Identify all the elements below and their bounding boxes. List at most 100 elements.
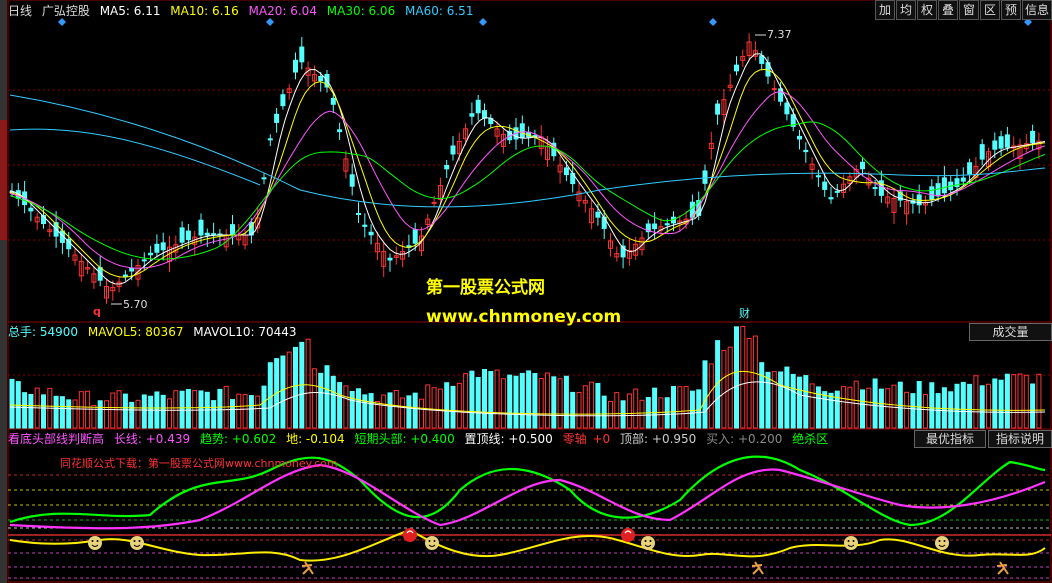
candle-body [431, 201, 437, 204]
volume-bar [431, 387, 437, 429]
volume-bar [979, 385, 985, 429]
event-diamond-icon [479, 18, 487, 26]
volume-bar [526, 370, 532, 429]
candle-body [179, 227, 185, 243]
toolbar-rights-button[interactable]: 权 [917, 0, 937, 20]
candle-body [702, 170, 708, 184]
volume-bar [66, 399, 72, 429]
volume-bar [185, 389, 191, 429]
volume-panel-button[interactable]: 成交量 [969, 323, 1052, 341]
candle-body [337, 129, 343, 133]
optimal-indicator-button[interactable]: 最优指标 [914, 430, 986, 448]
toolbar-window-button[interactable]: 窗 [959, 0, 979, 20]
volume-bar [500, 378, 506, 429]
volume-bar [456, 382, 462, 429]
smiley-eye [138, 540, 141, 542]
volume-bar [148, 395, 154, 429]
volume-bar [973, 375, 979, 429]
toolbar-add-button[interactable]: 加 [875, 0, 895, 20]
candle-body [274, 113, 280, 123]
volume-bar [507, 374, 513, 429]
toolbar-info-button[interactable]: 信息 [1022, 0, 1052, 20]
candle-body [299, 46, 305, 63]
candle-body [387, 257, 393, 261]
toolbar-forecast-button[interactable]: 预 [1001, 0, 1021, 20]
candle-body [815, 175, 821, 178]
chart-toolbar: 加 均 权 叠 窗 区 预 信息 [874, 0, 1052, 20]
volume-bar [400, 397, 406, 429]
volume-bar [1011, 374, 1017, 429]
volume-bar [557, 378, 563, 429]
ma10-label: MA10: 6.16 [170, 4, 239, 18]
candle-body [929, 186, 935, 200]
finance-marker[interactable]: 财 [739, 305, 750, 321]
toolbar-range-button[interactable]: 区 [980, 0, 1000, 20]
indicator-header: 看底头部线判断高 长线: +0.439 趋势: +0.602 地: -0.104… [8, 431, 834, 447]
toolbar-average-button[interactable]: 均 [896, 0, 916, 20]
volume-bar [727, 346, 733, 429]
indicator-help-button[interactable]: 指标说明 [988, 430, 1052, 448]
candle-body [834, 190, 840, 193]
volume-bar [910, 393, 916, 429]
candle-body [652, 223, 658, 230]
candle-body [482, 110, 487, 119]
volume-bar [337, 382, 343, 429]
volume-bar [986, 383, 991, 429]
volume-bar [381, 394, 387, 429]
volume-bar [778, 371, 784, 429]
volume-bar [1023, 374, 1029, 429]
volume-bar [255, 395, 261, 429]
indicator-top-line: 置顶线: +0.500 [464, 432, 553, 446]
volume-bar [734, 326, 739, 429]
candle-body [967, 162, 973, 175]
ma60-line-left [9, 128, 261, 186]
smiley-icon [425, 536, 439, 550]
volume-bar [22, 392, 28, 429]
period-label: 日线 [8, 4, 33, 18]
volume-bar [551, 376, 557, 429]
smiley-eye [644, 540, 647, 542]
volume-bar [834, 390, 840, 429]
smiley-icon [844, 536, 858, 550]
volume-bar [626, 393, 632, 429]
volume-bar [771, 371, 777, 429]
ma5-label: MA5: 6.11 [99, 4, 161, 18]
toolbar-overlay-button[interactable]: 叠 [938, 0, 958, 20]
candle-body [860, 161, 865, 170]
volume-bar [242, 394, 248, 429]
volume-bar [28, 393, 34, 429]
volume-bar [167, 398, 172, 429]
candle-body [1030, 130, 1036, 143]
volume-bar [72, 399, 78, 429]
candle-body [960, 177, 966, 182]
mavol5-label: MAVOL5: 80367 [87, 325, 184, 339]
volume-bar [614, 392, 620, 429]
volume-bar [853, 380, 859, 429]
runner-icon [301, 561, 314, 575]
volume-bar [387, 392, 393, 429]
volume-bar [822, 391, 828, 429]
candle-body [28, 207, 34, 212]
smiley-eye [938, 540, 941, 542]
candle-body [601, 216, 607, 229]
volume-bar [463, 373, 469, 429]
volume-bar [570, 391, 576, 429]
volume-bar [293, 346, 298, 429]
candle-body [129, 267, 135, 272]
candle-body [362, 224, 368, 227]
candle-body [293, 59, 298, 73]
volume-bar [916, 381, 922, 429]
volume-bar [261, 385, 267, 429]
volume-bar [192, 389, 198, 429]
indicator-long-line: 长线: +0.439 [113, 432, 191, 446]
volume-bar [135, 399, 141, 429]
smiley-eye [852, 540, 855, 542]
volume-bar [923, 393, 928, 429]
volume-bar [671, 386, 676, 429]
volume-bar [324, 365, 330, 429]
volume-bar [860, 389, 865, 429]
volume-bar [122, 393, 128, 429]
watermark-url: www.chnmoney.com [426, 307, 622, 327]
smiley-eye [96, 540, 99, 542]
volume-bar [759, 362, 765, 429]
